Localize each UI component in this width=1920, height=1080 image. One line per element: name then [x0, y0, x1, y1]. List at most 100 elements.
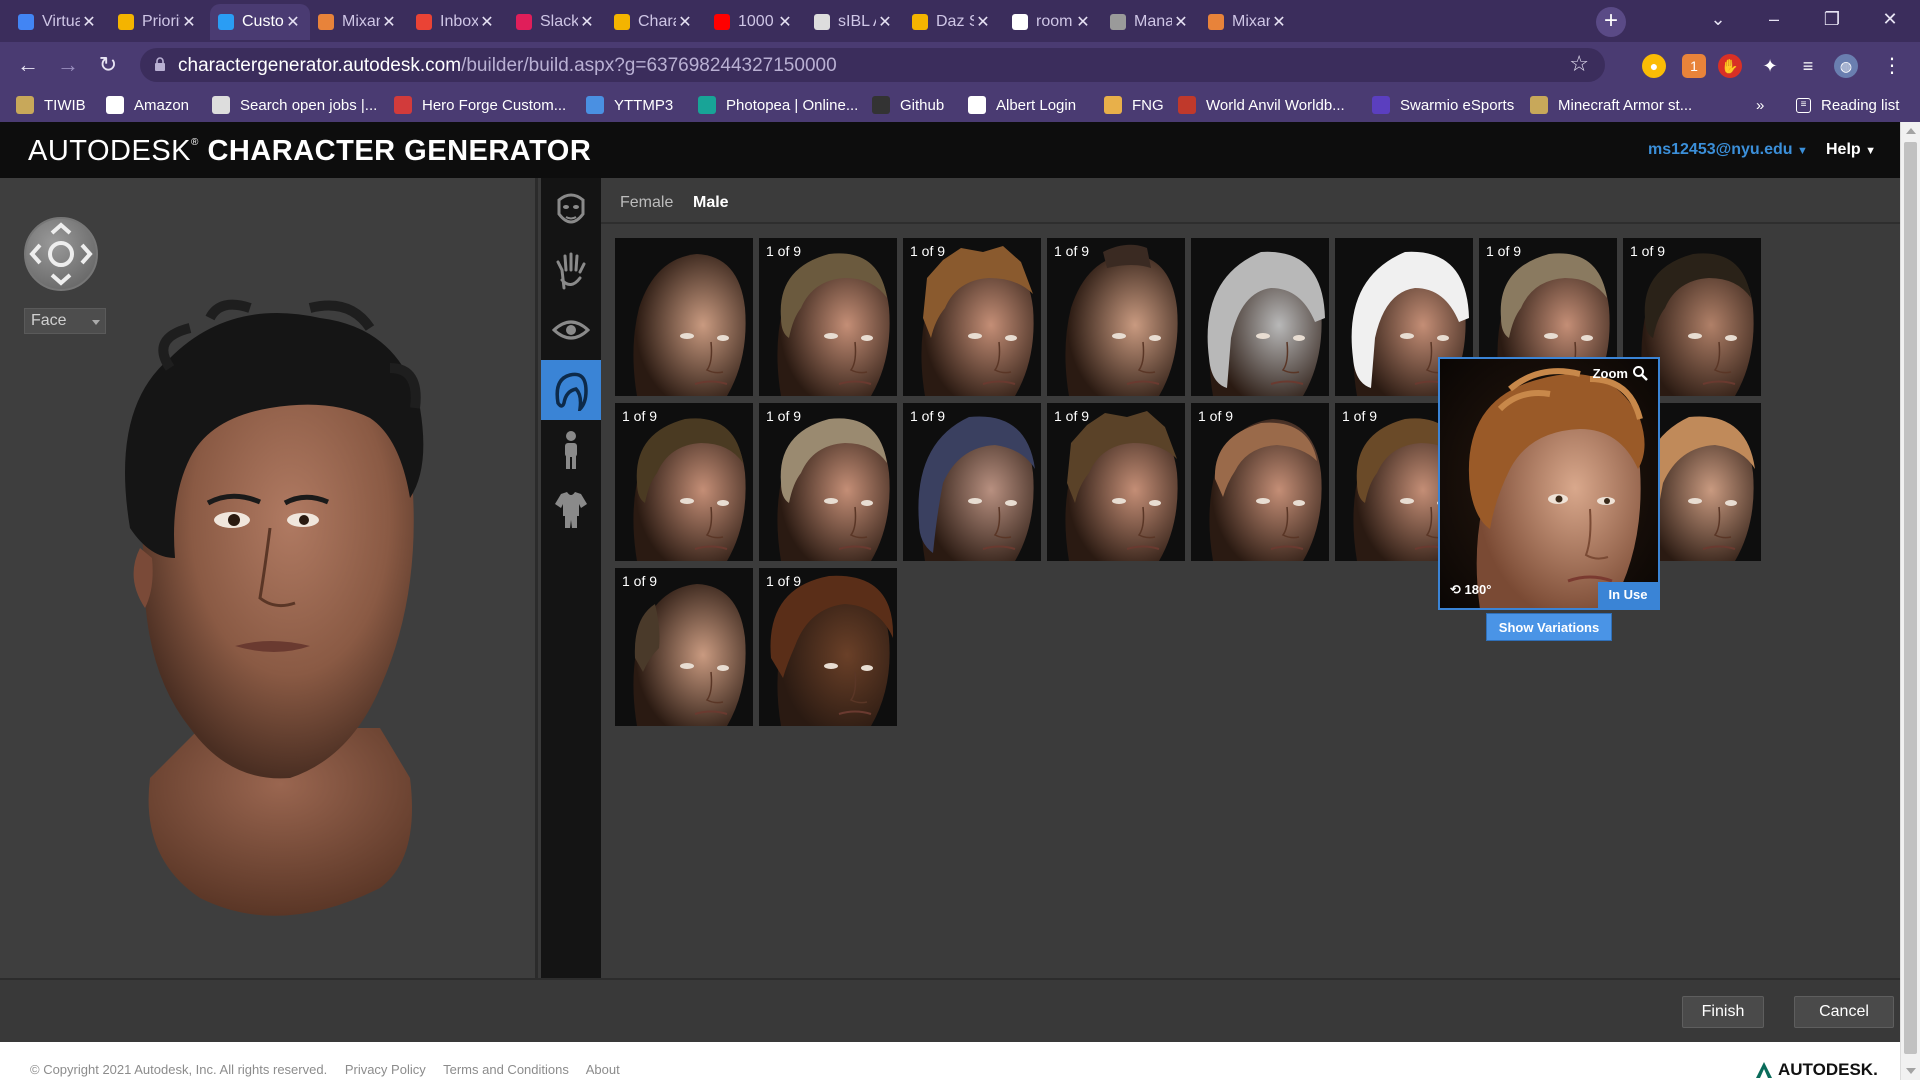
- scrollbar-thumb[interactable]: [1904, 142, 1917, 1054]
- reload-icon[interactable]: ↻: [92, 50, 124, 82]
- browser-tab[interactable]: Virtua ✕: [10, 4, 106, 40]
- new-tab-button[interactable]: +: [1596, 7, 1626, 37]
- chrome-extension-icon[interactable]: ●: [1642, 54, 1666, 78]
- bookmarks-overflow-button[interactable]: »: [1756, 94, 1764, 116]
- character-viewport[interactable]: Face: [0, 178, 538, 978]
- browser-tab[interactable]: Daz St✕: [904, 4, 1000, 40]
- browser-tab[interactable]: Inbox ✕: [408, 4, 504, 40]
- hairstyle-preview-popup[interactable]: Zoom ⟲ 180° In Use: [1438, 357, 1660, 610]
- hairstyle-tile[interactable]: 1 of 9: [615, 568, 753, 726]
- media-control-icon[interactable]: ≡: [1796, 54, 1820, 78]
- hairstyle-tile[interactable]: [615, 238, 753, 396]
- hairstyle-tile[interactable]: 1 of 9: [1047, 403, 1185, 561]
- back-arrow-icon[interactable]: ←: [12, 50, 44, 82]
- finish-button[interactable]: Finish: [1682, 996, 1764, 1028]
- close-window-button[interactable]: ✕: [1862, 0, 1918, 40]
- reading-list-button[interactable]: ≡ Reading list: [1796, 94, 1899, 116]
- scroll-down-icon[interactable]: [1906, 1068, 1916, 1074]
- close-tab-icon[interactable]: ✕: [676, 12, 694, 32]
- help-menu[interactable]: Help ▼: [1826, 141, 1876, 159]
- adblock-icon[interactable]: ✋: [1718, 54, 1742, 78]
- close-tab-icon[interactable]: ✕: [876, 12, 894, 32]
- hairstyle-tile[interactable]: 1 of 9: [615, 403, 753, 561]
- close-tab-icon[interactable]: ✕: [776, 12, 794, 32]
- browser-menu-icon[interactable]: ⋮: [1880, 54, 1904, 78]
- scroll-up-icon[interactable]: [1906, 128, 1916, 134]
- hairstyle-tile[interactable]: 1 of 9: [903, 238, 1041, 396]
- close-tab-icon[interactable]: ✕: [1074, 12, 1092, 32]
- rotate-180-button[interactable]: ⟲ 180°: [1450, 582, 1491, 598]
- hairstyle-tile[interactable]: 1 of 9: [1191, 403, 1329, 561]
- browser-tab[interactable]: Mana ✕: [1102, 4, 1198, 40]
- autodesk-logo: AUTODESK.: [1754, 1060, 1878, 1080]
- close-tab-icon[interactable]: ✕: [284, 12, 302, 32]
- about-link[interactable]: About: [586, 1062, 620, 1077]
- forward-arrow-icon[interactable]: →: [52, 50, 84, 82]
- hair-tool-button[interactable]: [541, 360, 601, 420]
- close-tab-icon[interactable]: ✕: [974, 12, 992, 32]
- character-head-model: [125, 299, 424, 916]
- autodesk-icon: [218, 14, 234, 30]
- browser-tab[interactable]: Custo ✕: [210, 4, 310, 40]
- tab-female[interactable]: Female: [620, 194, 673, 212]
- close-tab-icon[interactable]: ✕: [578, 12, 596, 32]
- hairstyle-tile[interactable]: 1 of 9: [903, 403, 1041, 561]
- close-tab-icon[interactable]: ✕: [180, 12, 198, 32]
- browser-tab[interactable]: sIBL A✕: [806, 4, 902, 40]
- show-variations-button[interactable]: Show Variations: [1486, 613, 1612, 641]
- terms-link[interactable]: Terms and Conditions: [443, 1062, 569, 1077]
- bookmark-item[interactable]: Swarmio eSports: [1372, 94, 1514, 116]
- page-scrollbar[interactable]: [1900, 122, 1920, 1080]
- zoom-button[interactable]: Zoom: [1593, 365, 1648, 381]
- browser-tab[interactable]: Priorit ✕: [110, 4, 206, 40]
- browser-tab[interactable]: 1000 ✕: [706, 4, 802, 40]
- bookmarks-bar: TIWIB Amazon Search open jobs |... Hero For…: [0, 88, 1920, 122]
- hairstyle-tile[interactable]: [1191, 238, 1329, 396]
- bookmark-item[interactable]: YTTMP3: [586, 94, 673, 116]
- address-bar[interactable]: charactergenerator.autodesk.com/builder/…: [140, 48, 1605, 82]
- clothing-tool-button[interactable]: [541, 480, 601, 540]
- browser-tab[interactable]: Slack ✕: [508, 4, 604, 40]
- browser-tab[interactable]: Mixan✕: [1200, 4, 1296, 40]
- bookmark-item[interactable]: Github: [872, 94, 944, 116]
- reading-list-label: Reading list: [1821, 96, 1900, 114]
- bookmark-item[interactable]: Search open jobs |...: [212, 94, 377, 116]
- bookmark-star-icon[interactable]: ☆: [1569, 51, 1589, 77]
- extension-badge-icon[interactable]: 1: [1682, 54, 1706, 78]
- privacy-policy-link[interactable]: Privacy Policy: [345, 1062, 426, 1077]
- body-tool-button[interactable]: [541, 420, 601, 480]
- browser-tab[interactable]: Chara✕: [606, 4, 702, 40]
- close-tab-icon[interactable]: ✕: [1270, 12, 1288, 32]
- profile-avatar[interactable]: ◍: [1834, 54, 1858, 78]
- eye-tool-button[interactable]: [541, 300, 601, 360]
- minimize-button[interactable]: –: [1746, 0, 1802, 40]
- extensions-puzzle-icon[interactable]: ✦: [1758, 54, 1782, 78]
- browser-tab[interactable]: room ✕: [1004, 4, 1100, 40]
- bookmark-item[interactable]: Minecraft Armor st...: [1530, 94, 1692, 116]
- hairstyle-tile[interactable]: 1 of 9: [759, 403, 897, 561]
- close-tab-icon[interactable]: ✕: [80, 12, 98, 32]
- tab-search-icon[interactable]: ⌄: [1690, 0, 1746, 40]
- bookmark-item[interactable]: Photopea | Online...: [698, 94, 858, 116]
- tab-male[interactable]: Male: [693, 194, 729, 212]
- bookmark-item[interactable]: FNG: [1104, 94, 1164, 116]
- restore-button[interactable]: ❐: [1804, 0, 1860, 40]
- face-tool-button[interactable]: [541, 180, 601, 240]
- hand-tool-button[interactable]: [541, 240, 601, 300]
- bookmark-item[interactable]: World Anvil Worldb...: [1178, 94, 1345, 116]
- close-tab-icon[interactable]: ✕: [1172, 12, 1190, 32]
- bookmark-item[interactable]: TIWIB: [16, 94, 86, 116]
- bookmark-label: Search open jobs |...: [240, 96, 378, 114]
- hairstyle-tile[interactable]: 1 of 9: [759, 238, 897, 396]
- hairstyle-tile[interactable]: 1 of 9: [759, 568, 897, 726]
- user-menu[interactable]: ms12453@nyu.edu ▼: [1648, 141, 1808, 159]
- close-tab-icon[interactable]: ✕: [478, 12, 496, 32]
- bookmark-item[interactable]: Amazon: [106, 94, 189, 116]
- browser-tab[interactable]: Mixan✕: [310, 4, 406, 40]
- close-tab-icon[interactable]: ✕: [380, 12, 398, 32]
- bookmark-item[interactable]: Albert Login: [968, 94, 1076, 116]
- hairstyle-tile[interactable]: 1 of 9: [1047, 238, 1185, 396]
- photopea-icon: [698, 96, 716, 114]
- cancel-button[interactable]: Cancel: [1794, 996, 1894, 1028]
- bookmark-item[interactable]: Hero Forge Custom...: [394, 94, 566, 116]
